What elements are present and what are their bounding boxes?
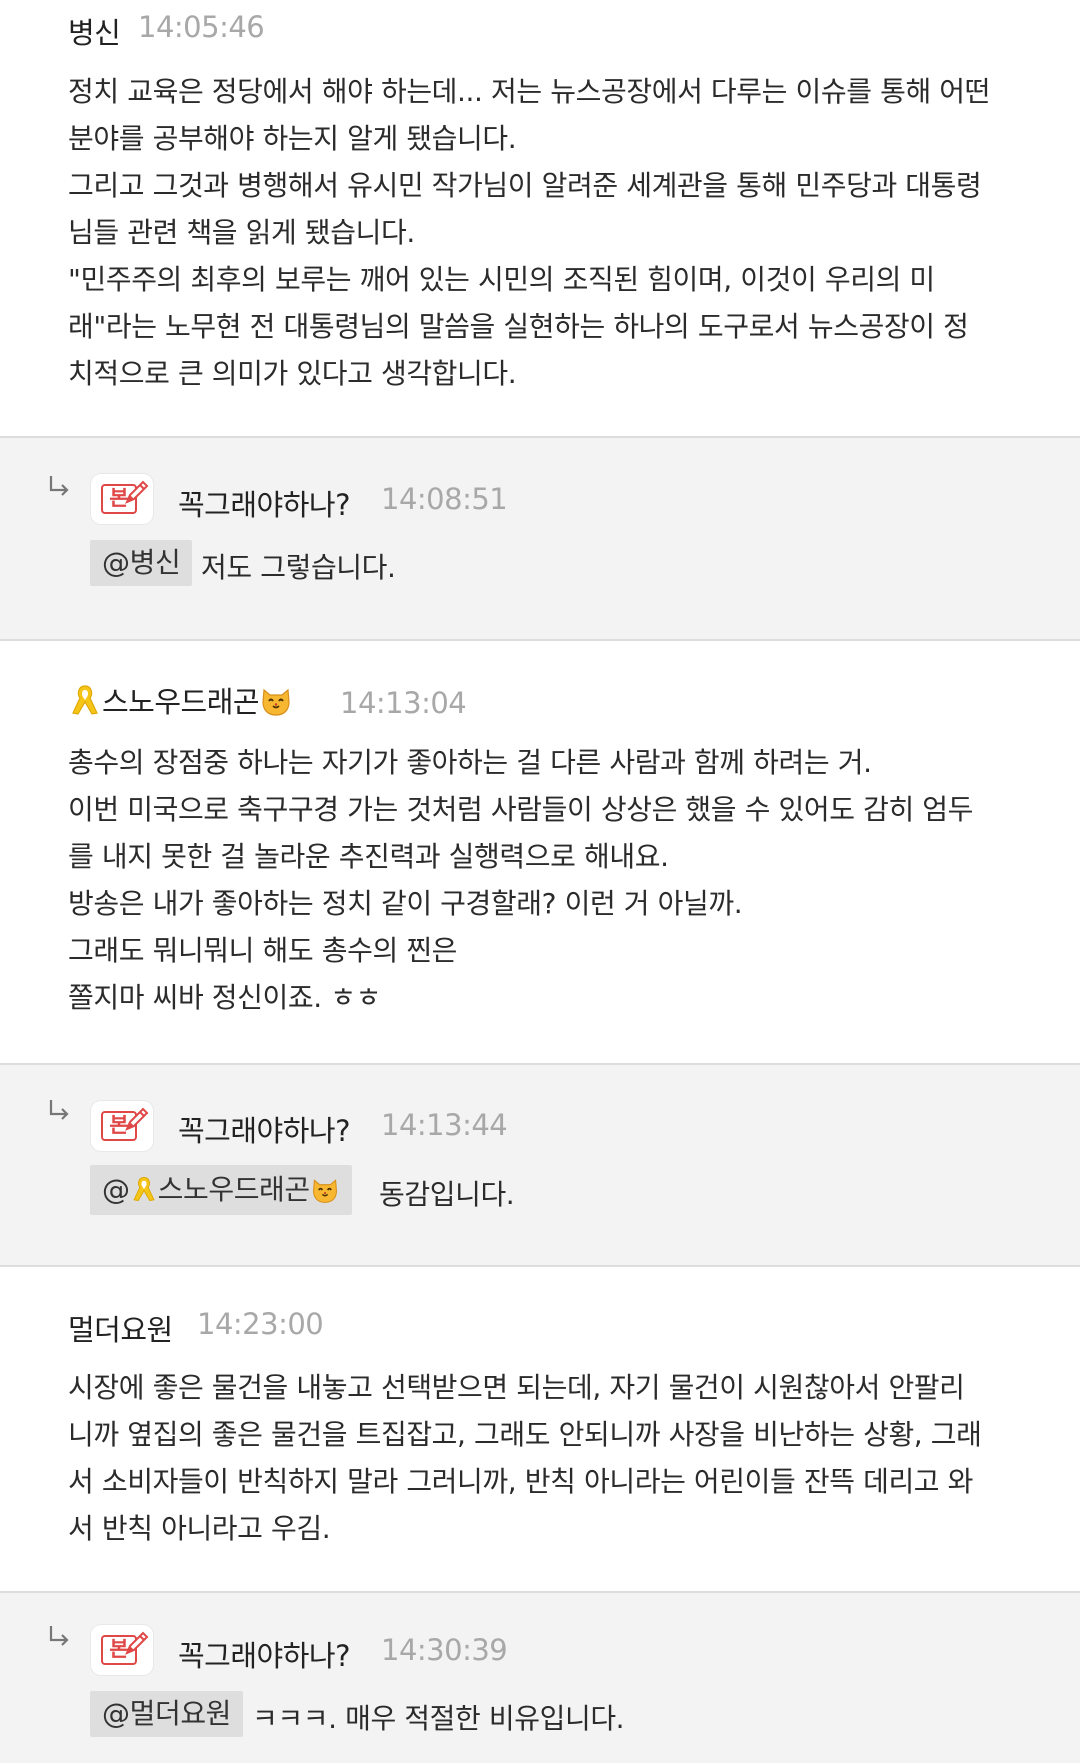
comment-time: 14:23:00	[197, 1307, 324, 1341]
reply-arrow-icon	[49, 1100, 69, 1120]
reply-author[interactable]: 꼭그래야하나?	[178, 1633, 350, 1675]
reply-text: 저도 그렇습니다.	[201, 551, 396, 584]
comment-text-line: 정치 교육은 정당에서 해야 하는데... 저는 뉴스공장에서 다루는 이슈를 …	[68, 75, 991, 108]
comment-text-line: 그리고 그것과 병행해서 유시민 작가님이 알려준 세계관을 통해 민주당과 대…	[68, 169, 982, 202]
reply-time: 14:30:39	[381, 1633, 508, 1667]
cat-face-icon	[312, 1179, 337, 1203]
reply-arrow-icon	[49, 1626, 69, 1646]
comment-author[interactable]: 멀더요원	[68, 1307, 173, 1349]
reply-time: 14:13:44	[381, 1108, 508, 1142]
yellow-ribbon-icon	[72, 685, 98, 715]
reply: 본 꼭그래야하나? 14:08:51 @병신 저도 그렇습니다.	[0, 438, 1080, 639]
pen-icon	[125, 1631, 149, 1655]
comment-time: 14:05:46	[138, 10, 265, 44]
comment-text-line: 치적으로 큰 의미가 있다고 생각합니다.	[68, 357, 517, 390]
reply-arrow-icon	[49, 476, 69, 496]
yellow-ribbon-icon	[133, 1176, 155, 1202]
comment-text-line: "민주주의 최후의 보루는 깨어 있는 시민의 조직된 힘이며, 이것이 우리의…	[68, 263, 935, 296]
reply-author[interactable]: 꼭그래야하나?	[178, 482, 350, 524]
comment-author[interactable]: 스노우드래곤	[68, 679, 293, 721]
comment-text-line: 니까 옆집의 좋은 물건을 트집잡고, 그래도 안되니까 사장을 비난하는 상황…	[68, 1418, 982, 1451]
comment-text-line: 방송은 내가 좋아하는 정치 같이 구경할래? 이런 거 아닐까.	[68, 887, 743, 920]
reply-time: 14:08:51	[381, 482, 508, 516]
edit-badge-icon: 본	[91, 474, 153, 524]
reply-text: 동감입니다.	[379, 1178, 515, 1211]
comment: 병신 14:05:46 정치 교육은 정당에서 해야 하는데... 저는 뉴스공…	[0, 0, 1080, 436]
comment-author[interactable]: 병신	[68, 10, 121, 52]
mention-prefix: @	[102, 1173, 130, 1206]
comment-text-line: 그래도 뭐니뭐니 해도 총수의 찐은	[68, 934, 458, 967]
comment-author-name: 스노우드래곤	[102, 685, 260, 719]
mention-tag[interactable]: @멀더요원	[90, 1691, 244, 1737]
pen-icon	[125, 1107, 149, 1131]
reply-author[interactable]: 꼭그래야하나?	[178, 1108, 350, 1150]
mention-tag[interactable]: @병신	[90, 540, 193, 586]
mention-tag[interactable]: @ 스노우드래곤	[90, 1165, 352, 1215]
comment-text-line: 분야를 공부해야 하는지 알게 됐습니다.	[68, 122, 517, 155]
comment-text-line: 시장에 좋은 물건을 내놓고 선택받으면 되는데, 자기 물건이 시원찮아서 안…	[68, 1371, 965, 1404]
comment: 멀더요원 14:23:00 시장에 좋은 물건을 내놓고 선택받으면 되는데, …	[0, 1267, 1080, 1591]
comment-text-line: 님들 관련 책을 읽게 됐습니다.	[68, 216, 415, 249]
comment-text-line: 서 소비자들이 반칙하지 말라 그러니까, 반칙 아니라는 어린이들 잔뜩 데리…	[68, 1465, 974, 1498]
edit-badge-icon: 본	[91, 1101, 153, 1151]
comment-text-line: 이번 미국으로 축구구경 가는 것처럼 사람들이 상상은 했을 수 있어도 감히…	[68, 793, 974, 826]
reply: 본 꼭그래야하나? 14:30:39 @멀더요원 ㅋㅋㅋ. 매우 적절한 비유입…	[0, 1593, 1080, 1763]
comment-text-line: 쫄지마 씨바 정신이죠. ㅎㅎ	[68, 981, 381, 1014]
comment-text-line: 래"라는 노무현 전 대통령님의 말씀을 실현하는 하나의 도구로서 뉴스공장이…	[68, 310, 969, 343]
comment-text-line: 서 반칙 아니라고 우김.	[68, 1512, 331, 1545]
reply-text: ㅋㅋㅋ. 매우 적절한 비유입니다.	[252, 1702, 625, 1735]
pen-icon	[125, 480, 149, 504]
mention-name: 스노우드래곤	[157, 1173, 311, 1206]
comment-text-line: 총수의 장점중 하나는 자기가 좋아하는 걸 다른 사람과 함께 하려는 거.	[68, 746, 872, 779]
reply: 본 꼭그래야하나? 14:13:44 @ 스노우드래곤 동감입니다.	[0, 1065, 1080, 1265]
comment: 스노우드래곤 14:13:04 총수의 장점중 하나는 자기가 좋아하는 걸 다…	[0, 641, 1080, 1063]
cat-face-icon	[262, 688, 290, 716]
edit-badge-icon: 본	[91, 1625, 153, 1675]
comment-text-line: 를 내지 못한 걸 놀라운 추진력과 실행력으로 해내요.	[68, 840, 669, 873]
comment-time: 14:13:04	[340, 686, 467, 720]
